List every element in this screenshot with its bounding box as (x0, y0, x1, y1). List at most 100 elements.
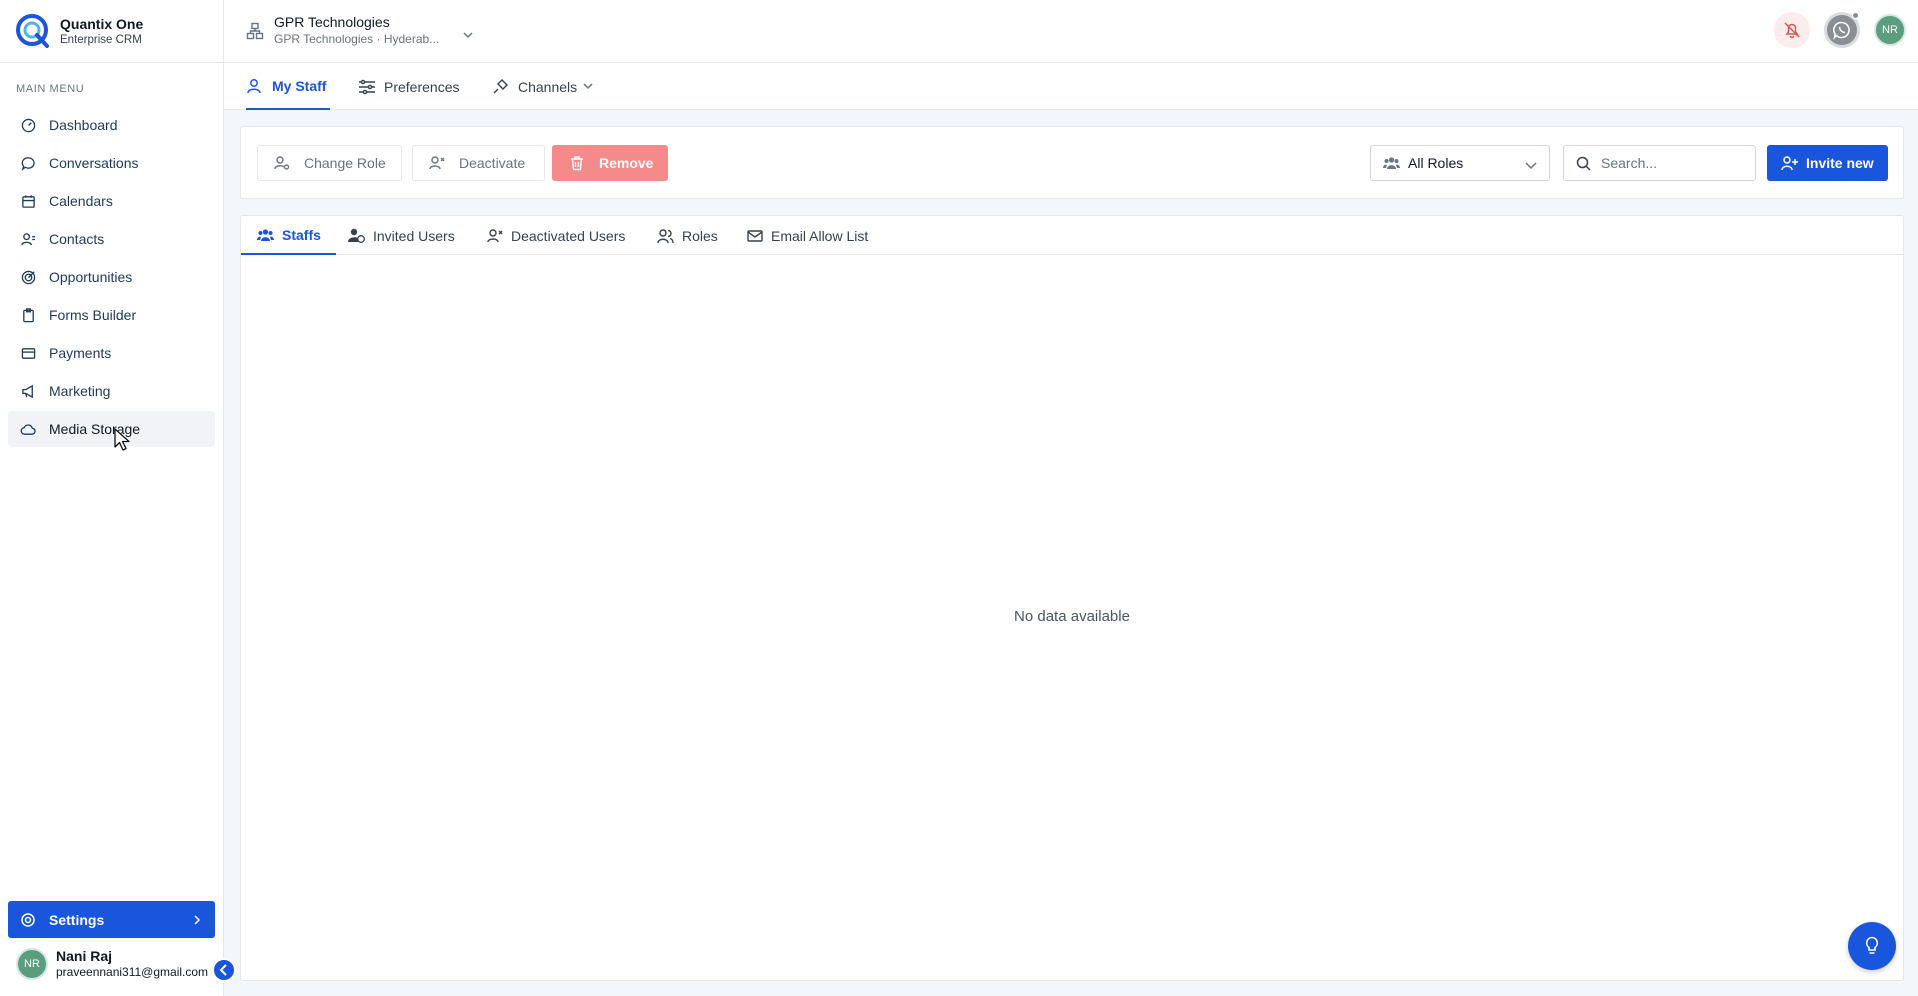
roles-filter-select[interactable]: All Roles (1370, 145, 1550, 181)
tab-my-staff[interactable]: My Staff (246, 63, 331, 110)
user-x-icon (487, 228, 503, 244)
clipboard-icon (20, 307, 36, 323)
sidebar-item-label: Forms Builder (49, 307, 137, 323)
sidebar-item-forms-builder[interactable]: Forms Builder (8, 297, 215, 333)
tab-preferences[interactable]: Preferences (358, 63, 459, 110)
staff-content-panel: Staffs Invited Users Deactivated Users R… (240, 215, 1904, 981)
roles-icon (657, 228, 674, 244)
status-dot (1852, 12, 1859, 19)
mail-icon (747, 229, 763, 243)
sidebar-item-conversations[interactable]: Conversations (8, 145, 215, 181)
sidebar-item-payments[interactable]: Payments (8, 335, 215, 371)
tab-label: Preferences (384, 78, 460, 95)
org-structure-icon (246, 22, 264, 39)
megaphone-icon (20, 383, 36, 399)
whatsapp-button[interactable] (1824, 12, 1860, 48)
user-clock-icon (348, 228, 365, 243)
chevron-down-icon (1525, 157, 1537, 173)
brand-subtitle: Enterprise CRM (60, 33, 142, 46)
help-button[interactable] (1848, 922, 1896, 970)
sidebar-item-calendars[interactable]: Calendars (8, 183, 215, 219)
invite-new-button[interactable]: Invite new (1767, 145, 1888, 181)
gear-icon (20, 912, 36, 928)
tab-email-allow-list[interactable]: Email Allow List (747, 216, 868, 255)
deactivate-label: Deactivate (459, 155, 526, 171)
tab-deactivated-users[interactable]: Deactivated Users (487, 216, 625, 255)
sidebar-item-label: Conversations (49, 155, 139, 171)
users-icon (1383, 156, 1400, 170)
remove-label: Remove (599, 155, 654, 171)
change-role-label: Change Role (304, 155, 386, 171)
remove-button[interactable]: Remove (552, 145, 668, 181)
roles-filter-value: All Roles (1408, 155, 1464, 171)
chevron-left-icon (219, 964, 227, 976)
menu-title: MAIN MENU (16, 83, 85, 95)
sidebar-item-label: Marketing (49, 383, 111, 399)
user-email: praveennani311@gmail.com (56, 965, 209, 979)
sidebar-item-label: Calendars (49, 193, 113, 209)
sliders-icon (358, 78, 376, 96)
tab-label: Invited Users (373, 227, 455, 244)
settings-label: Settings (49, 911, 105, 928)
org-switcher[interactable]: GPR Technologies GPR Technologies · Hyde… (246, 14, 473, 47)
cloud-icon (20, 421, 36, 437)
trash-icon (569, 155, 585, 171)
settings-button[interactable]: Settings (8, 901, 215, 938)
card-icon (20, 345, 36, 361)
contacts-icon (20, 231, 36, 247)
user-cog-icon (274, 155, 290, 171)
chat-icon (20, 155, 36, 171)
settings-subnav: My Staff Preferences Channels (224, 63, 1918, 110)
dashboard-icon (20, 117, 36, 133)
tab-staffs[interactable]: Staffs (241, 216, 336, 255)
plug-icon (492, 78, 510, 96)
sidebar-item-label: Dashboard (49, 117, 118, 133)
collapse-sidebar-button[interactable] (212, 958, 236, 982)
sidebar-item-dashboard[interactable]: Dashboard (8, 107, 215, 143)
sidebar: Quantix One Enterprise CRM MAIN MENU Das… (0, 0, 236, 996)
tab-label: Deactivated Users (511, 227, 626, 244)
notifications-button[interactable] (1774, 12, 1810, 48)
topbar: GPR Technologies GPR Technologies · Hyde… (224, 0, 1918, 63)
avatar: NR (16, 948, 48, 980)
chevron-down-icon (583, 83, 593, 90)
empty-state-message: No data available (1014, 608, 1130, 625)
calendar-icon (20, 193, 36, 209)
brand-name: Quantix One (60, 15, 144, 32)
tab-label: Roles (682, 227, 718, 244)
quantix-logo-icon (16, 14, 49, 48)
mouse-cursor-icon (114, 428, 130, 451)
tab-roles[interactable]: Roles (657, 216, 718, 255)
search-icon (1576, 156, 1591, 171)
sidebar-item-marketing[interactable]: Marketing (8, 373, 215, 409)
user-profile[interactable]: NR Nani Raj praveennani311@gmail.com (16, 948, 208, 980)
chevron-down-icon (462, 26, 474, 44)
user-plus-icon (1781, 155, 1798, 171)
sidebar-item-opportunities[interactable]: Opportunities (8, 259, 215, 295)
user-avatar-button[interactable]: NR (1874, 14, 1906, 46)
user-x-icon (429, 155, 445, 171)
whatsapp-icon (1833, 21, 1850, 40)
search-box (1563, 145, 1756, 181)
brand[interactable]: Quantix One Enterprise CRM (0, 0, 223, 63)
search-input[interactable] (1601, 155, 1741, 171)
sidebar-item-contacts[interactable]: Contacts (8, 221, 215, 257)
staff-tabs: Staffs Invited Users Deactivated Users R… (241, 216, 1903, 255)
users-icon (257, 228, 274, 242)
sidebar-item-media-storage[interactable]: Media Storage (8, 411, 215, 447)
tab-channels[interactable]: Channels (492, 63, 593, 110)
change-role-button[interactable]: Change Role (257, 145, 402, 181)
deactivate-button[interactable]: Deactivate (412, 145, 545, 181)
target-icon (20, 269, 36, 285)
tab-label: Channels (518, 78, 578, 95)
bell-off-icon (1784, 22, 1800, 39)
user-icon (246, 77, 264, 95)
main-menu: Dashboard Conversations Calendars Contac… (0, 107, 223, 447)
chevron-right-icon (193, 913, 201, 929)
tab-invited-users[interactable]: Invited Users (348, 216, 455, 255)
user-name: Nani Raj (56, 948, 113, 964)
staff-actions-bar: Change Role Deactivate Remove All Roles … (240, 126, 1904, 199)
tab-label: My Staff (272, 77, 327, 94)
invite-new-label: Invite new (1806, 155, 1874, 171)
tab-label: Staffs (282, 226, 321, 243)
